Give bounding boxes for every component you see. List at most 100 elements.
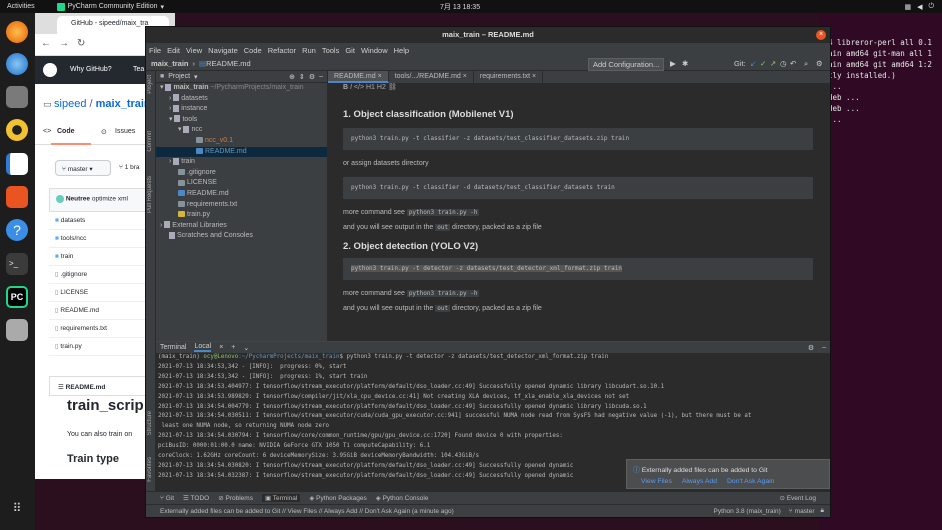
nav-why-github[interactable]: Why GitHub?: [70, 66, 112, 73]
add-configuration-button[interactable]: Add Configuration...: [588, 58, 665, 71]
tool-python-packages[interactable]: ◈ Python Packages: [309, 494, 366, 502]
tool-todo[interactable]: ☰ TODO: [183, 494, 209, 502]
git-branch[interactable]: master: [795, 508, 815, 515]
nav-team[interactable]: Tea: [133, 66, 144, 73]
tool-problems[interactable]: ⊘ Problems: [218, 494, 253, 502]
thunderbird-icon[interactable]: [6, 53, 28, 75]
editor-tab-requirements[interactable]: requirements.txt ×: [474, 71, 544, 83]
menu-edit[interactable]: Edit: [167, 46, 180, 55]
close-icon[interactable]: ×: [816, 30, 826, 40]
close-icon[interactable]: ×: [532, 73, 536, 80]
commit-tool-tab[interactable]: Commit: [147, 131, 153, 152]
run-icon[interactable]: ▶: [670, 59, 676, 68]
code-icon[interactable]: </>: [354, 84, 364, 91]
tree-item[interactable]: ▾ ncc: [156, 125, 327, 136]
menu-git[interactable]: Git: [345, 46, 355, 55]
add-icon[interactable]: +: [231, 344, 235, 351]
git-commit-icon[interactable]: ✓: [760, 59, 766, 68]
app-menu[interactable]: PyCharm Community Edition ▾: [56, 2, 164, 11]
system-tray[interactable]: ▦ ◀ ⏻: [904, 3, 934, 11]
repo-name-link[interactable]: maix_train: [96, 98, 151, 110]
github-logo-icon[interactable]: [43, 63, 57, 77]
tree-item[interactable]: train.py: [156, 210, 327, 221]
activities-button[interactable]: Activities: [7, 3, 35, 10]
menu-help[interactable]: Help: [394, 46, 409, 55]
editor-tab-readme[interactable]: README.md ×: [328, 71, 389, 83]
git-push-icon[interactable]: ↗: [770, 59, 776, 68]
menu-view[interactable]: View: [186, 46, 202, 55]
branch-selector[interactable]: ⑂ master ▾: [55, 160, 111, 176]
structure-tool-tab[interactable]: Structure: [147, 411, 153, 435]
branches-link[interactable]: ⑂ 1 bra: [119, 164, 140, 171]
always-add-link[interactable]: Always Add: [682, 478, 717, 485]
favorites-tool-tab[interactable]: Favorites: [147, 457, 153, 482]
tree-item[interactable]: › External Libraries: [156, 221, 327, 232]
forward-icon[interactable]: →: [59, 38, 69, 49]
clock[interactable]: 7月 13 18:35: [440, 2, 480, 12]
history-icon[interactable]: ◷: [780, 59, 787, 68]
h1-icon[interactable]: H1: [366, 84, 375, 91]
tree-item[interactable]: › datasets: [156, 94, 327, 105]
chevron-down-icon[interactable]: ⌄: [243, 344, 249, 352]
dont-ask-again-link[interactable]: Don't Ask Again: [727, 478, 774, 485]
h2-icon[interactable]: H2: [377, 84, 386, 91]
settings-icon[interactable]: ⚙: [816, 59, 823, 68]
tool-git[interactable]: ⑂ Git: [160, 495, 174, 502]
tool-python-console[interactable]: ◈ Python Console: [376, 494, 429, 502]
menu-code[interactable]: Code: [244, 46, 262, 55]
breadcrumb-project[interactable]: maix_train: [151, 59, 189, 68]
rhythmbox-icon[interactable]: [6, 119, 28, 141]
back-icon[interactable]: ←: [41, 38, 51, 49]
view-files-link[interactable]: View Files: [641, 478, 672, 485]
commit-author[interactable]: Neutree: [66, 196, 90, 203]
help-icon[interactable]: ?: [6, 219, 28, 241]
tree-item[interactable]: ▾ tools: [156, 115, 327, 126]
tree-item[interactable]: README.md: [156, 189, 327, 200]
link-icon[interactable]: ⛓: [388, 84, 397, 91]
status-message[interactable]: Externally added files can be added to G…: [160, 508, 454, 515]
reload-icon[interactable]: ↻: [77, 38, 85, 49]
git-update-icon[interactable]: ↙: [750, 59, 756, 68]
locate-icon[interactable]: ⊕: [289, 73, 295, 81]
search-icon[interactable]: ⌕: [804, 59, 808, 69]
gear-icon[interactable]: ⚙: [309, 73, 315, 81]
menu-refactor[interactable]: Refactor: [268, 46, 296, 55]
pycharm-dock-icon[interactable]: PC: [6, 286, 28, 308]
breadcrumb-file[interactable]: README.md: [206, 59, 251, 68]
bold-icon[interactable]: B: [343, 84, 348, 91]
menu-window[interactable]: Window: [361, 46, 388, 55]
italic-icon[interactable]: I: [350, 84, 352, 91]
tab-code[interactable]: Code: [57, 128, 75, 135]
editor-tab-tools-readme[interactable]: tools/.../README.md ×: [389, 71, 474, 83]
project-view-selector[interactable]: Project: [168, 73, 190, 80]
close-icon[interactable]: ×: [463, 73, 467, 80]
software-icon[interactable]: [6, 186, 28, 208]
gear-icon[interactable]: ⚙: [808, 344, 814, 352]
menu-tools[interactable]: Tools: [322, 46, 340, 55]
writer-icon[interactable]: [6, 153, 28, 175]
files-icon[interactable]: [6, 86, 28, 108]
terminal-tab-local[interactable]: Local: [194, 343, 212, 352]
show-apps-icon[interactable]: ⠿: [6, 501, 28, 523]
tool-event-log[interactable]: ⊙ Event Log: [779, 494, 816, 502]
tree-item[interactable]: ncc_v0.1: [156, 136, 327, 147]
menu-navigate[interactable]: Navigate: [208, 46, 238, 55]
python-interpreter[interactable]: Python 3.8 (maix_train): [714, 508, 781, 515]
minimize-icon[interactable]: –: [319, 73, 323, 80]
minimize-icon[interactable]: –: [822, 344, 826, 351]
commit-message[interactable]: optimize xml: [92, 196, 128, 203]
tree-item[interactable]: Scratches and Consoles: [156, 231, 327, 242]
firefox-icon[interactable]: [6, 21, 28, 43]
terminal-icon[interactable]: >_: [6, 253, 28, 275]
close-icon[interactable]: ×: [378, 73, 382, 80]
tab-issues[interactable]: Issues: [115, 128, 135, 135]
disk-icon[interactable]: [6, 319, 28, 341]
tree-item[interactable]: LICENSE: [156, 178, 327, 189]
tree-item[interactable]: ▾ maix_train ~/PycharmProjects/maix_trai…: [156, 83, 327, 94]
menu-run[interactable]: Run: [302, 46, 316, 55]
tree-item[interactable]: requirements.txt: [156, 200, 327, 211]
tool-terminal[interactable]: ▣ Terminal: [261, 494, 301, 502]
lock-icon[interactable]: 🔒︎: [821, 507, 824, 515]
pull-requests-tool-tab[interactable]: Pull Requests: [147, 176, 153, 213]
debug-icon[interactable]: ✱: [682, 59, 688, 68]
